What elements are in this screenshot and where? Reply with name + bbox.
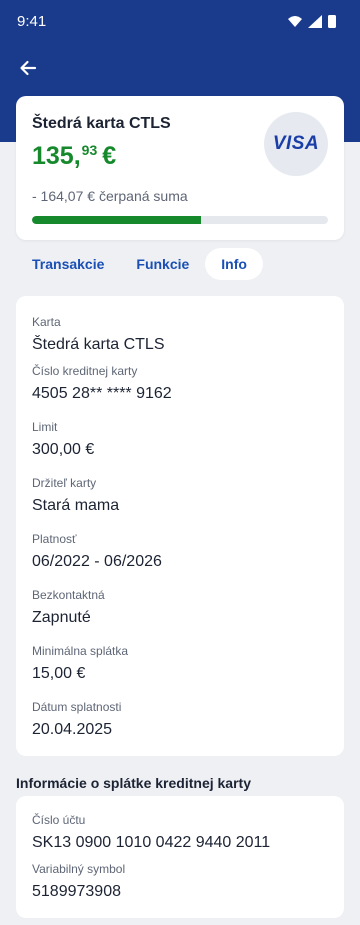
info-field-card: Karta Štedrá karta CTLS [32, 315, 165, 355]
field-value: SK13 0900 1010 0422 9440 2011 [32, 834, 271, 851]
field-value: 4505 28** **** 9162 [32, 385, 172, 402]
status-bar: 9:41 [0, 0, 360, 44]
field-label: Minimálna splátka [32, 644, 129, 658]
field-label: Číslo účtu [32, 813, 86, 827]
status-icons [288, 15, 336, 28]
field-value: Zapnuté [32, 609, 91, 626]
signal-icon [308, 15, 322, 28]
info-field-contactless: Bezkontaktná Zapnuté [32, 588, 105, 628]
field-label: Číslo kreditnej karty [32, 364, 138, 378]
info-field-variable-symbol: Variabilný symbol 5189973908 [32, 862, 125, 902]
tab-info[interactable]: Info [205, 248, 263, 280]
card-name: Štedrá karta CTLS [32, 115, 171, 132]
card-summary[interactable]: Štedrá karta CTLS 135, 93 € VISA - 164,0… [16, 96, 344, 240]
usage-progress-fill [32, 216, 201, 224]
field-value: Štedrá karta CTLS [32, 336, 165, 353]
card-balance: 135, 93 € [32, 142, 116, 170]
field-value: 06/2022 - 06/2026 [32, 553, 162, 570]
info-field-holder: Držiteľ karty Stará mama [32, 476, 119, 516]
field-label: Karta [32, 315, 61, 329]
arrow-left-icon [20, 60, 37, 76]
wifi-icon [288, 16, 302, 27]
field-value: 15,00 € [32, 665, 86, 682]
field-label: Dátum splatnosti [32, 700, 122, 714]
info-field-account-number: Číslo účtu SK13 0900 1010 0422 9440 2011 [32, 813, 270, 853]
field-value: 300,00 € [32, 441, 95, 458]
usage-progress-bar [32, 216, 328, 224]
balance-integer: 135, [32, 142, 81, 170]
balance-decimal: 93 [81, 142, 98, 158]
tab-funkcie[interactable]: Funkcie [120, 248, 205, 280]
payment-section-title: Informácie o splátke kreditnej karty [16, 775, 251, 791]
tab-transakcie[interactable]: Transakcie [16, 248, 120, 280]
info-field-due-date: Dátum splatnosti 20.04.2025 [32, 700, 121, 740]
visa-logo: VISA [264, 112, 328, 176]
info-field-card-number: Číslo kreditnej karty 4505 28** **** 916… [32, 364, 172, 404]
back-button[interactable] [14, 54, 42, 82]
field-label: Bezkontaktná [32, 588, 105, 602]
field-value: 5189973908 [32, 883, 121, 900]
info-field-limit: Limit 300,00 € [32, 420, 94, 460]
payment-info-panel: Číslo účtu SK13 0900 1010 0422 9440 2011… [16, 796, 344, 918]
battery-icon [328, 15, 336, 28]
field-label: Platnosť [32, 532, 77, 546]
info-field-validity: Platnosť 06/2022 - 06/2026 [32, 532, 162, 572]
field-label: Variabilný symbol [32, 862, 126, 876]
card-info-panel: Karta Štedrá karta CTLS Číslo kreditnej … [16, 296, 344, 756]
visa-brand-text: VISA [272, 133, 320, 154]
info-field-min-payment: Minimálna splátka 15,00 € [32, 644, 128, 684]
tab-bar: Transakcie Funkcie Info [16, 248, 263, 280]
field-value: 20.04.2025 [32, 721, 113, 738]
field-label: Držiteľ karty [32, 476, 97, 490]
field-value: Stará mama [32, 497, 120, 514]
field-label: Limit [32, 420, 58, 434]
status-time: 9:41 [17, 13, 47, 30]
balance-currency: € [102, 142, 117, 170]
spent-amount: - 164,07 € čerpaná suma [32, 188, 188, 204]
